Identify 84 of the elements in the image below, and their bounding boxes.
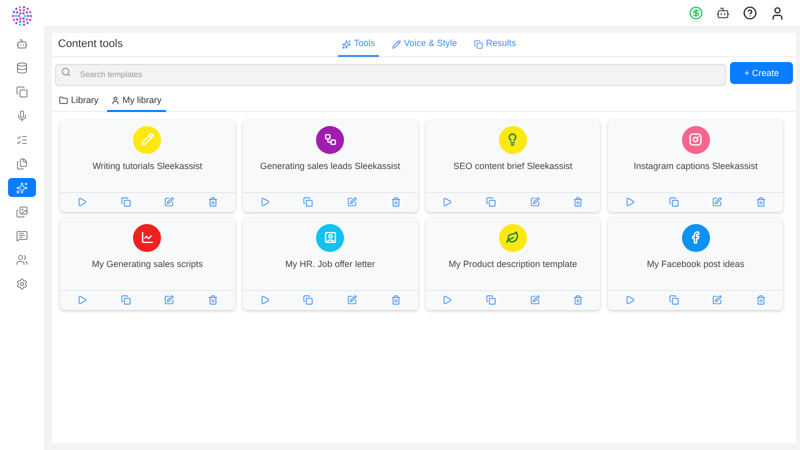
user-icon[interactable] (770, 6, 785, 20)
copy-icon[interactable] (303, 295, 314, 305)
library-tab[interactable]: Library (55, 92, 103, 112)
template-title: SEO content brief Sleekassist (453, 160, 572, 172)
trash-icon[interactable] (208, 295, 218, 305)
play-icon[interactable] (442, 295, 452, 305)
create-button[interactable]: + Create (730, 62, 793, 84)
camera-icon (689, 133, 702, 146)
edit-icon[interactable] (712, 295, 722, 305)
template-card[interactable]: My Product description template (426, 218, 600, 310)
template-title: My Generating sales scripts (92, 258, 203, 271)
leaf-icon (506, 231, 520, 244)
images-icon (16, 206, 28, 218)
template-card[interactable]: Instagram captions Sleekassist (608, 120, 783, 212)
copy-icon[interactable] (120, 295, 131, 305)
template-title: My Facebook post ideas (646, 258, 744, 271)
edit-icon[interactable] (164, 295, 174, 305)
dollar-icon[interactable] (689, 6, 703, 20)
library-tab[interactable]: My library (106, 92, 166, 112)
flow-icon (324, 133, 337, 146)
play-icon[interactable] (76, 295, 87, 305)
trash-icon[interactable] (208, 197, 218, 207)
copy-icon[interactable] (303, 197, 314, 207)
page-title: Content tools (58, 37, 123, 52)
copy-icon (16, 86, 28, 98)
help-icon[interactable] (743, 6, 757, 20)
edit-icon[interactable] (530, 197, 540, 207)
trash-icon[interactable] (573, 197, 584, 207)
copy-icon[interactable] (486, 197, 496, 207)
folder-icon (59, 96, 68, 105)
chart-icon (140, 231, 154, 244)
trash-icon[interactable] (573, 295, 584, 305)
message-icon (16, 230, 28, 242)
pencil-icon (140, 133, 154, 146)
play-icon[interactable] (260, 295, 270, 305)
facebook-icon (689, 231, 702, 244)
play-icon[interactable] (625, 295, 636, 305)
settings-icon (16, 278, 28, 290)
edit-icon[interactable] (530, 295, 540, 305)
edit-icon[interactable] (346, 295, 357, 305)
trash-icon[interactable] (756, 197, 766, 207)
sidebar-item[interactable] (8, 178, 36, 197)
template-title: Instagram captions Sleekassist (634, 160, 758, 173)
template-title: My Product description template (448, 258, 578, 271)
copy-icon[interactable] (486, 295, 496, 305)
template-title: Writing tutorials Sleekassist (92, 160, 202, 173)
template-card[interactable]: Writing tutorials Sleekassist (60, 120, 235, 212)
copy-icon[interactable] (668, 295, 679, 305)
template-card[interactable]: SEO content brief Sleekassist (426, 120, 600, 212)
copy-icon[interactable] (668, 197, 679, 207)
copy-icon (474, 40, 484, 48)
bot-icon[interactable] (716, 6, 730, 20)
pencil-icon (392, 40, 402, 48)
trash-icon[interactable] (390, 295, 401, 305)
bot-icon (16, 38, 28, 50)
checklist-icon (16, 134, 28, 146)
template-card[interactable]: Generating sales leads Sleekassist (242, 120, 418, 212)
edit-icon[interactable] (712, 197, 722, 207)
edit-icon[interactable] (346, 197, 357, 207)
users-icon (16, 254, 28, 266)
sparkles-icon (342, 40, 351, 48)
template-card[interactable]: My Generating sales scripts (60, 218, 235, 310)
lightbulb-icon (506, 133, 520, 146)
person-icon (324, 231, 337, 244)
trash-icon[interactable] (756, 295, 766, 305)
play-icon[interactable] (442, 197, 452, 207)
play-icon[interactable] (625, 197, 636, 207)
sparkles-icon (16, 182, 28, 194)
microphone-icon (16, 110, 28, 122)
template-title: My HR. Job offer letter (285, 258, 376, 271)
edit-icon[interactable] (164, 197, 174, 207)
template-card[interactable]: My HR. Job offer letter (242, 218, 418, 310)
trash-icon[interactable] (390, 197, 401, 207)
database-icon (16, 62, 28, 74)
logo-icon (11, 5, 33, 27)
play-icon[interactable] (76, 197, 87, 207)
template-card[interactable]: My Facebook post ideas (608, 218, 783, 310)
search-icon (61, 67, 71, 77)
user-icon (110, 96, 120, 105)
template-title: Generating sales leads Sleekassist (260, 160, 400, 173)
files-icon (16, 158, 28, 170)
copy-icon[interactable] (120, 197, 131, 207)
search-field[interactable]: Search templates (55, 64, 726, 86)
play-icon[interactable] (260, 197, 270, 207)
